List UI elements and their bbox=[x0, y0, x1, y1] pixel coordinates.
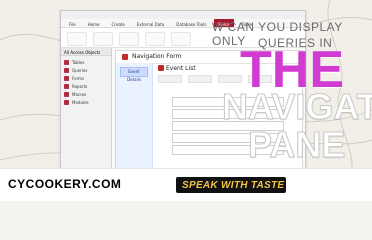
site-name[interactable]: CYCOOKERY.COM bbox=[8, 177, 121, 191]
ribbon-tab-table[interactable]: Table bbox=[238, 19, 256, 27]
ribbon-tab-file[interactable]: File bbox=[65, 19, 80, 27]
navigation-pane: All Access Objects Tables Queries Forms … bbox=[61, 48, 112, 169]
ribbon-tabs: File Home Create External Data Database … bbox=[61, 19, 305, 28]
form-toolbar bbox=[154, 73, 300, 85]
event-tabs: Event List bbox=[154, 63, 300, 73]
navigation-pane-title: All Access Objects bbox=[61, 48, 111, 56]
navigation-pane-item[interactable]: Tables bbox=[64, 58, 108, 66]
navigation-pane-item[interactable]: Reports bbox=[64, 82, 108, 90]
event-list-tab[interactable]: Event List bbox=[166, 65, 196, 72]
form-field[interactable] bbox=[172, 145, 284, 155]
access-window: File Home Create External Data Database … bbox=[60, 10, 306, 170]
ribbon bbox=[61, 28, 305, 48]
event-details-button[interactable]: Event Details bbox=[120, 67, 148, 82]
ribbon-button[interactable] bbox=[67, 32, 87, 46]
form-icon bbox=[64, 75, 69, 81]
toolbar-button[interactable] bbox=[248, 75, 272, 83]
form-field[interactable] bbox=[172, 121, 284, 131]
toolbar-button[interactable] bbox=[188, 75, 212, 83]
module-icon bbox=[64, 99, 69, 105]
toolbar-button[interactable] bbox=[218, 75, 242, 83]
form-field[interactable] bbox=[172, 97, 284, 107]
event-list-icon bbox=[158, 65, 164, 71]
navigation-pane-item[interactable]: Forms bbox=[64, 74, 108, 82]
ribbon-tab-dbtools[interactable]: Database Tools bbox=[172, 19, 210, 27]
query-icon bbox=[64, 67, 69, 73]
nav-item-label: Reports bbox=[72, 83, 88, 89]
ribbon-tab-external[interactable]: External Data bbox=[133, 19, 168, 27]
navigation-pane-items: Tables Queries Forms Reports Macros Modu… bbox=[61, 56, 111, 108]
navigation-form-title-text: Navigation Form bbox=[132, 53, 182, 60]
form-field[interactable] bbox=[172, 109, 284, 119]
navigation-pane-item[interactable]: Macros bbox=[64, 90, 108, 98]
form-field[interactable] bbox=[172, 133, 284, 143]
nav-item-label: Forms bbox=[72, 75, 85, 81]
nav-item-label: Tables bbox=[72, 59, 85, 65]
navigation-pane-item[interactable]: Queries bbox=[64, 66, 108, 74]
ribbon-button[interactable] bbox=[145, 32, 165, 46]
ribbon-tab-home[interactable]: Home bbox=[84, 19, 104, 27]
ribbon-button[interactable] bbox=[93, 32, 113, 46]
navigation-form: Navigation Form Event Details Event List bbox=[115, 50, 303, 169]
report-icon bbox=[64, 83, 69, 89]
nav-item-label: Macros bbox=[72, 91, 87, 97]
ribbon-tab-fields[interactable]: Fields bbox=[214, 19, 234, 27]
nav-item-label: Queries bbox=[72, 67, 88, 73]
navigation-form-sidebar: Event Details bbox=[116, 63, 153, 169]
macro-icon bbox=[64, 91, 69, 97]
nav-item-label: Modules bbox=[72, 99, 89, 105]
slogan-text: SPEAK WITH TASTE bbox=[182, 180, 285, 191]
navigation-form-main: Event List bbox=[154, 63, 300, 169]
ribbon-tab-create[interactable]: Create bbox=[108, 19, 129, 27]
footer-bar: CYCOOKERY.COM SPEAK WITH TASTE bbox=[0, 168, 372, 201]
form-logo-icon bbox=[122, 54, 128, 60]
slogan-badge: SPEAK WITH TASTE bbox=[176, 177, 286, 193]
toolbar-button[interactable] bbox=[158, 75, 182, 83]
navigation-pane-item[interactable]: Modules bbox=[64, 98, 108, 106]
ribbon-button[interactable] bbox=[171, 32, 191, 46]
table-icon bbox=[64, 59, 69, 65]
ribbon-button[interactable] bbox=[119, 32, 139, 46]
